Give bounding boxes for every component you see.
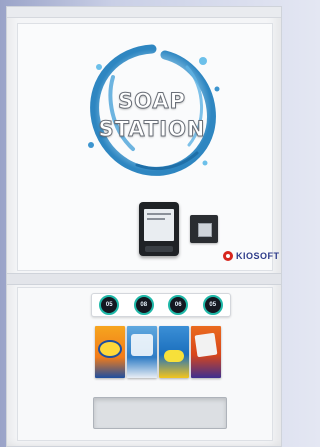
touchscreen-chin <box>145 246 173 252</box>
select-button-1[interactable]: 05 <box>99 295 120 315</box>
product-box-4 <box>191 326 221 378</box>
kiosoft-logo-icon <box>223 251 233 261</box>
product-display <box>95 326 221 378</box>
select-button-3[interactable]: 06 <box>168 295 189 315</box>
product-box-2 <box>127 326 157 378</box>
product-box-1 <box>95 326 125 378</box>
top-cap <box>7 7 281 18</box>
logo-text-line1: SOAP <box>117 89 187 114</box>
product-box-3 <box>159 326 189 378</box>
product-logo-4 <box>194 332 218 358</box>
kiosoft-logo: KIOSOFT <box>223 251 280 261</box>
kiosoft-logo-text: KIOSOFT <box>236 251 280 261</box>
panel-divider <box>7 273 281 285</box>
select-button-2[interactable]: 08 <box>133 295 154 315</box>
select-button-4[interactable]: 05 <box>202 295 223 315</box>
payment-touchscreen[interactable] <box>139 202 179 256</box>
dispensing-bin[interactable] <box>93 397 227 429</box>
card-reader-window <box>198 223 212 237</box>
logo-text-line2: STATION <box>98 117 206 142</box>
soap-station-kiosk: SOAP STATION KIOSOFT 05 08 06 05 <box>6 6 282 447</box>
soap-station-logo: SOAP STATION <box>77 37 227 187</box>
product-logo-1 <box>98 340 122 358</box>
product-logo-3 <box>164 350 184 362</box>
product-selector-bar: 05 08 06 05 <box>91 293 231 317</box>
card-reader[interactable] <box>190 215 218 243</box>
touchscreen-display[interactable] <box>144 209 174 241</box>
product-logo-2 <box>131 334 153 356</box>
